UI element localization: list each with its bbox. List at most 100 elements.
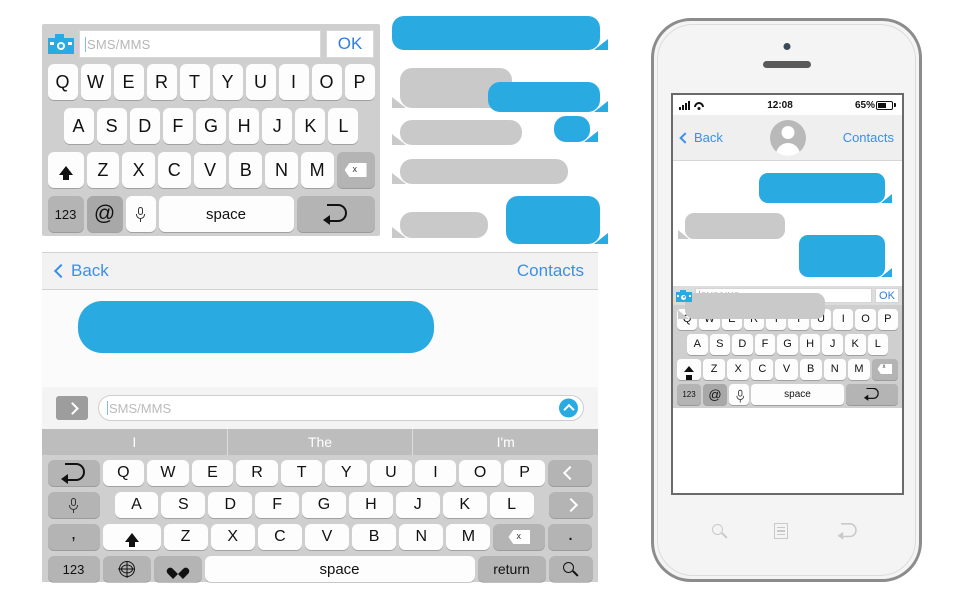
back-button[interactable]: Back bbox=[53, 261, 109, 281]
key-h[interactable]: H bbox=[229, 108, 260, 144]
mic-key[interactable] bbox=[729, 383, 749, 405]
key-l[interactable]: L bbox=[489, 492, 534, 518]
key-v[interactable]: V bbox=[193, 152, 227, 188]
key-j[interactable]: J bbox=[395, 492, 440, 518]
key-q[interactable]: Q bbox=[47, 64, 78, 100]
key-k[interactable]: K bbox=[844, 333, 866, 355]
search-key[interactable] bbox=[548, 556, 593, 582]
key-y[interactable]: Y bbox=[212, 64, 243, 100]
key-x[interactable]: X bbox=[122, 152, 155, 188]
key-u[interactable]: U bbox=[370, 460, 412, 486]
key-e[interactable]: E bbox=[113, 64, 144, 100]
space-key[interactable]: space bbox=[751, 383, 844, 405]
key-t[interactable]: T bbox=[179, 64, 210, 100]
shift-key[interactable] bbox=[102, 524, 161, 550]
key-q[interactable]: Q bbox=[102, 460, 145, 486]
globe-key[interactable] bbox=[102, 556, 151, 582]
phone-back-button[interactable]: Back bbox=[679, 130, 723, 145]
prev-key[interactable] bbox=[548, 460, 593, 486]
key-e[interactable]: E bbox=[191, 460, 234, 486]
suggestion-2[interactable]: The bbox=[228, 429, 414, 455]
at-key[interactable]: @ bbox=[86, 196, 123, 232]
mic-key[interactable] bbox=[47, 492, 100, 518]
space-key[interactable]: space bbox=[204, 556, 475, 582]
key-g[interactable]: G bbox=[302, 492, 346, 518]
numeric-key[interactable]: 123 bbox=[47, 196, 84, 232]
at-key[interactable]: @ bbox=[703, 383, 727, 405]
key-p[interactable]: P bbox=[877, 308, 898, 330]
space-key[interactable]: space bbox=[158, 196, 294, 232]
key-j[interactable]: J bbox=[822, 333, 843, 355]
key-y[interactable]: Y bbox=[325, 460, 368, 486]
key-b[interactable]: B bbox=[229, 152, 263, 188]
key-g[interactable]: G bbox=[777, 333, 798, 355]
key-x[interactable]: X bbox=[727, 358, 750, 380]
key-c[interactable]: C bbox=[157, 152, 191, 188]
key-n[interactable]: N bbox=[399, 524, 444, 550]
key-m[interactable]: M bbox=[446, 524, 491, 550]
key-a[interactable]: A bbox=[63, 108, 94, 144]
next-key[interactable] bbox=[548, 492, 593, 518]
key-t[interactable]: T bbox=[280, 460, 323, 486]
comma-key[interactable]: , bbox=[47, 524, 100, 550]
phone-ok-button[interactable]: OK bbox=[875, 288, 899, 303]
menu-icon[interactable] bbox=[773, 523, 788, 539]
key-i[interactable]: I bbox=[414, 460, 457, 486]
key-r[interactable]: R bbox=[236, 460, 278, 486]
key-n[interactable]: N bbox=[823, 358, 846, 380]
key-z[interactable]: Z bbox=[703, 358, 726, 380]
key-i[interactable]: I bbox=[278, 64, 309, 100]
camera-icon[interactable] bbox=[48, 34, 74, 54]
key-a[interactable]: A bbox=[114, 492, 159, 518]
key-i[interactable]: I bbox=[833, 308, 854, 330]
key-v[interactable]: V bbox=[775, 358, 798, 380]
emoji-key[interactable] bbox=[153, 556, 202, 582]
key-w[interactable]: W bbox=[147, 460, 189, 486]
camera-icon[interactable] bbox=[676, 289, 692, 302]
mic-key[interactable] bbox=[125, 196, 156, 232]
key-z[interactable]: Z bbox=[86, 152, 120, 188]
key-b[interactable]: B bbox=[799, 358, 822, 380]
ok-button[interactable]: OK bbox=[326, 30, 374, 58]
search-icon[interactable] bbox=[711, 523, 728, 539]
key-g[interactable]: G bbox=[195, 108, 227, 144]
attach-chevron-icon[interactable] bbox=[56, 396, 88, 420]
key-v[interactable]: V bbox=[304, 524, 350, 550]
key-f[interactable]: F bbox=[255, 492, 300, 518]
backspace-key[interactable]: x bbox=[493, 524, 546, 550]
key-d[interactable]: D bbox=[732, 333, 753, 355]
message-input-field[interactable]: SMS/MMS bbox=[98, 395, 584, 421]
key-w[interactable]: W bbox=[80, 64, 111, 100]
key-p[interactable]: P bbox=[503, 460, 546, 486]
key-f[interactable]: F bbox=[754, 333, 776, 355]
key-c[interactable]: C bbox=[751, 358, 774, 380]
contacts-button[interactable]: Contacts bbox=[517, 261, 584, 281]
send-arrow-icon[interactable] bbox=[559, 398, 578, 418]
key-h[interactable]: H bbox=[799, 333, 821, 355]
key-u[interactable]: U bbox=[245, 64, 276, 100]
key-l[interactable]: L bbox=[328, 108, 359, 144]
return-key[interactable]: return bbox=[477, 556, 546, 582]
key-p[interactable]: P bbox=[344, 64, 375, 100]
phone-contacts-button[interactable]: Contacts bbox=[843, 130, 894, 145]
numeric-key[interactable]: 123 bbox=[47, 556, 100, 582]
key-d[interactable]: D bbox=[129, 108, 160, 144]
key-d[interactable]: D bbox=[208, 492, 253, 518]
key-a[interactable]: A bbox=[687, 333, 708, 355]
key-s[interactable]: S bbox=[709, 333, 731, 355]
key-c[interactable]: C bbox=[257, 524, 302, 550]
period-key[interactable]: . bbox=[548, 524, 593, 550]
suggestion-3[interactable]: I'm bbox=[413, 429, 598, 455]
shift-key[interactable] bbox=[677, 358, 701, 380]
key-s[interactable]: S bbox=[96, 108, 127, 144]
sms-input-field[interactable]: SMS/MMS bbox=[79, 30, 321, 58]
key-o[interactable]: O bbox=[855, 308, 876, 330]
key-k[interactable]: K bbox=[295, 108, 326, 144]
key-j[interactable]: J bbox=[262, 108, 293, 144]
backspace-key[interactable]: x bbox=[871, 358, 898, 380]
key-n[interactable]: N bbox=[265, 152, 298, 188]
avatar-icon[interactable] bbox=[769, 119, 806, 156]
key-s[interactable]: S bbox=[161, 492, 206, 518]
key-k[interactable]: K bbox=[442, 492, 487, 518]
numeric-key[interactable]: 123 bbox=[677, 383, 701, 405]
